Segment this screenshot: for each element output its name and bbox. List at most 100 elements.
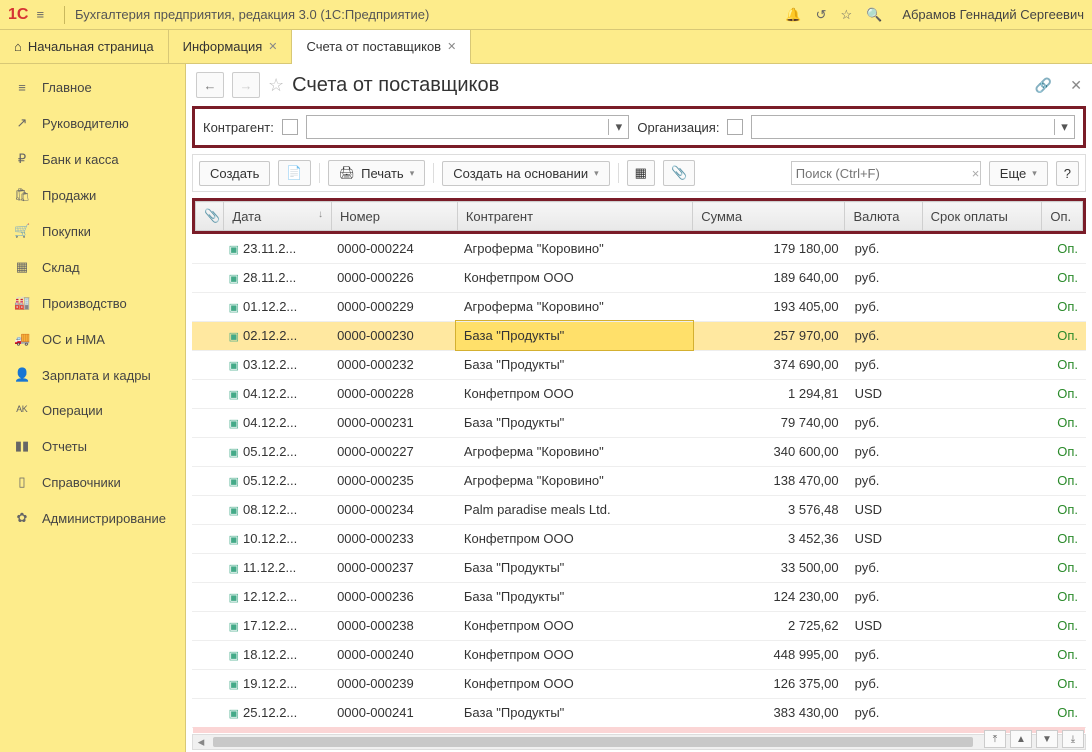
close-icon[interactable]: ✕ — [268, 40, 277, 53]
table-row[interactable]: ▣08.12.2...0000-000234Palm paradise meal… — [192, 495, 1086, 524]
sidebar-item[interactable]: 🛍Продажи — [0, 177, 185, 213]
scroll-left-icon[interactable]: ◂ — [193, 734, 209, 750]
sidebar-item-label: Покупки — [42, 224, 91, 239]
more-button[interactable]: Еще▾ — [989, 161, 1048, 186]
col-op[interactable]: Оп. — [1042, 202, 1083, 231]
copy-button[interactable]: 📄 — [278, 160, 310, 186]
tab-label: Информация — [183, 39, 263, 54]
current-user[interactable]: Абрамов Геннадий Сергеевич — [902, 7, 1084, 22]
search-input[interactable] — [796, 166, 972, 181]
sidebar-item-label: Справочники — [42, 475, 121, 490]
doc-icon: ▣ — [229, 273, 239, 285]
table-row[interactable]: ▣25.12.2...0000-000241База "Продукты"383… — [192, 698, 1086, 727]
sidebar-item[interactable]: ▯Справочники — [0, 464, 185, 500]
scroll-top-icon[interactable]: ⤒ — [984, 730, 1006, 748]
table-row[interactable]: ▣19.12.2...0000-000239Конфетпром ООО126 … — [192, 669, 1086, 698]
doc-icon: ▣ — [229, 505, 239, 517]
table-row[interactable]: ▣28.11.2...0000-000226Конфетпром ООО189 … — [192, 263, 1086, 292]
tab-invoices[interactable]: Счета от поставщиков ✕ — [292, 30, 471, 64]
table-row[interactable]: ▣18.12.2...0000-000240Конфетпром ООО448 … — [192, 640, 1086, 669]
scroll-up-icon[interactable]: ▲ — [1010, 730, 1032, 748]
sidebar-item[interactable]: ✿Администрирование — [0, 500, 185, 536]
clear-search-icon[interactable]: × — [972, 166, 980, 181]
col-date[interactable]: Дата↓ — [224, 202, 332, 231]
table-row[interactable]: ▣03.12.2...0000-000232База "Продукты"374… — [192, 350, 1086, 379]
contragent-label: Контрагент: — [203, 120, 274, 135]
contragent-combo[interactable]: ▾ — [306, 115, 630, 139]
create-based-button[interactable]: Создать на основании▾ — [442, 161, 609, 186]
col-paydate[interactable]: Срок оплаты — [922, 202, 1042, 231]
menu-burger-icon[interactable]: ≡ — [36, 7, 44, 22]
org-combo[interactable]: ▾ — [751, 115, 1075, 139]
help-button[interactable]: ? — [1056, 161, 1079, 186]
table-row[interactable]: ▣17.12.2...0000-000238Конфетпром ООО2 72… — [192, 611, 1086, 640]
scroll-thumb[interactable] — [213, 737, 973, 747]
sidebar-icon: 🛍 — [14, 187, 30, 203]
sidebar-item[interactable]: ₽Банк и касса — [0, 141, 185, 177]
chevron-down-icon[interactable]: ▾ — [608, 119, 628, 135]
table-row[interactable]: ▣10.12.2...0000-000233Конфетпром ООО3 45… — [192, 524, 1086, 553]
filter-bar: Контрагент: ▾ Организация: ▾ — [192, 106, 1086, 148]
table-row[interactable]: ▣02.12.2...0000-000230База "Продукты"257… — [192, 321, 1086, 350]
sidebar-item[interactable]: ≡Главное — [0, 70, 185, 105]
sidebar-item[interactable]: 🛒Покупки — [0, 213, 185, 249]
attach-button[interactable]: 📎 — [663, 160, 695, 186]
org-checkbox[interactable] — [727, 119, 743, 135]
chevron-down-icon[interactable]: ▾ — [1054, 119, 1074, 135]
create-button[interactable]: Создать — [199, 161, 270, 186]
tab-label: Счета от поставщиков — [306, 39, 441, 54]
sidebar-item[interactable]: ▦Склад — [0, 249, 185, 285]
link-icon[interactable]: 🔗 — [1035, 77, 1052, 94]
chevron-down-icon: ▾ — [594, 168, 599, 179]
scroll-bottom-icon[interactable]: ⤓ — [1062, 730, 1084, 748]
sidebar-item[interactable]: ᴬᴷОперации — [0, 393, 185, 428]
star-icon[interactable]: ☆ — [840, 7, 852, 23]
table-row[interactable]: ▣12.12.2...0000-000236База "Продукты"124… — [192, 582, 1086, 611]
table-row[interactable]: ▣23.11.2...0000-000224Агроферма "Коровин… — [192, 234, 1086, 263]
table-row[interactable]: ▣04.12.2...0000-000228Конфетпром ООО1 29… — [192, 379, 1086, 408]
search-box[interactable]: × — [791, 161, 981, 185]
scroll-down-icon[interactable]: ▼ — [1036, 730, 1058, 748]
sidebar-icon: ≡ — [14, 80, 30, 95]
table-row[interactable]: ▣05.12.2...0000-000235Агроферма "Коровин… — [192, 466, 1086, 495]
sidebar-item[interactable]: 🚚ОС и НМА — [0, 321, 185, 357]
table-row[interactable]: ▣11.12.2...0000-000237База "Продукты"33 … — [192, 553, 1086, 582]
tab-info[interactable]: Информация ✕ — [169, 30, 293, 63]
structure-button[interactable]: ▦ — [627, 160, 655, 186]
nav-forward-button[interactable]: → — [232, 72, 260, 98]
col-sum[interactable]: Сумма — [693, 202, 845, 231]
col-attach[interactable]: 📎 — [196, 202, 224, 231]
table-row[interactable]: ▣04.12.2...0000-000231База "Продукты"79 … — [192, 408, 1086, 437]
nav-sidebar: ≡Главное↗Руководителю₽Банк и касса🛍Прода… — [0, 64, 186, 752]
col-currency[interactable]: Валюта — [845, 202, 922, 231]
sidebar-item[interactable]: 👤Зарплата и кадры — [0, 357, 185, 393]
sidebar-icon: 🏭 — [14, 295, 30, 311]
col-number[interactable]: Номер — [331, 202, 457, 231]
sidebar-item-label: Банк и касса — [42, 152, 119, 167]
print-button[interactable]: 🖨Печать▾ — [328, 160, 426, 186]
history-icon[interactable]: ↺ — [816, 7, 827, 23]
close-icon[interactable]: ✕ — [447, 40, 456, 53]
close-page-icon[interactable]: ✕ — [1070, 77, 1082, 94]
contragent-checkbox[interactable] — [282, 119, 298, 135]
h-scrollbar[interactable]: ◂ ▸ — [192, 734, 1086, 750]
table-row[interactable]: ▣05.12.2...0000-000227Агроферма "Коровин… — [192, 437, 1086, 466]
doc-icon: ▣ — [229, 331, 239, 343]
tab-home[interactable]: ⌂ Начальная страница — [0, 30, 169, 63]
sidebar-item[interactable]: ↗Руководителю — [0, 105, 185, 141]
doc-icon: ▣ — [229, 679, 239, 691]
nav-back-button[interactable]: ← — [196, 72, 224, 98]
table-row[interactable]: ▣01.12.2...0000-000229Агроферма "Коровин… — [192, 292, 1086, 321]
sidebar-icon: 👤 — [14, 367, 30, 383]
doc-icon: ▣ — [229, 244, 239, 256]
search-icon[interactable]: 🔍 — [866, 7, 882, 23]
sidebar-item-label: Администрирование — [42, 511, 166, 526]
doc-icon: ▣ — [229, 476, 239, 488]
sidebar-item[interactable]: ▮▮Отчеты — [0, 428, 185, 464]
page-scroll-controls: ⤒ ▲ ▼ ⤓ — [984, 730, 1084, 748]
favorite-star-icon[interactable]: ☆ — [268, 75, 284, 96]
bell-icon[interactable]: 🔔 — [785, 7, 801, 23]
page-header: ← → ☆ Счета от поставщиков 🔗 ✕ — [186, 64, 1092, 106]
col-contragent[interactable]: Контрагент — [457, 202, 692, 231]
sidebar-item[interactable]: 🏭Производство — [0, 285, 185, 321]
